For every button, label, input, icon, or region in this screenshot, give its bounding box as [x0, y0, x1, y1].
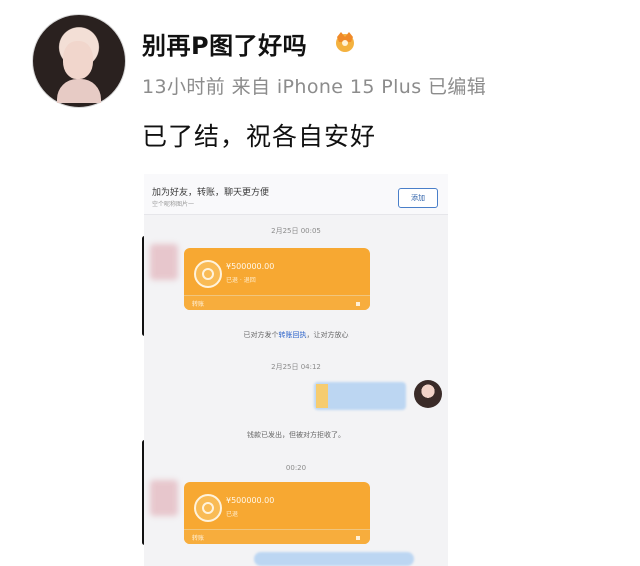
author-name[interactable]: 别再P图了好吗: [142, 26, 307, 61]
system-note: 已对方发个转账回执，让对方放心: [243, 331, 349, 339]
transfer-footer: 转账: [184, 529, 370, 544]
crown-icon: [336, 32, 354, 52]
outgoing-message-mark: [316, 384, 328, 408]
timestamp: 00:20: [285, 464, 307, 472]
avatar-face: [63, 41, 93, 79]
transfer-marker: [356, 302, 360, 306]
sender-avatar: [150, 244, 178, 280]
sender-avatar: [150, 480, 178, 516]
timestamp: 2月25日 00:05: [271, 227, 321, 235]
author-avatar[interactable]: [32, 14, 126, 108]
transfer-status: 已退: [226, 511, 239, 518]
coin-icon: [194, 494, 222, 522]
post-text: 已了结，祝各自安好: [142, 122, 377, 151]
transfer-card: ¥500000.00 已退 转账: [184, 482, 370, 544]
transfer-status: 已退 · 退回: [226, 277, 256, 284]
transfer-card: ¥500000.00 已退 · 退回 转账: [184, 248, 370, 310]
receipt-link: 转账回执: [278, 331, 307, 339]
add-friend-button: 添加: [398, 188, 438, 208]
coin-icon: [194, 260, 222, 288]
chat-header: 加为好友，转账，聊天更方便 空个昵称图片一 添加: [144, 174, 448, 215]
transfer-label: 转账: [192, 301, 205, 308]
transfer-amount: ¥500000.00: [226, 262, 275, 271]
transfer-label: 转账: [192, 535, 205, 542]
chat-screenshot-image[interactable]: 加为好友，转账，聊天更方便 空个昵称图片一 添加 2月25日 00:05 ¥50…: [144, 174, 448, 566]
system-note: 钱款已发出，但被对方拒收了。: [247, 431, 345, 439]
avatar-body: [57, 79, 101, 103]
transfer-footer: 转账: [184, 295, 370, 310]
chat-header-title: 加为好友，转账，聊天更方便: [152, 188, 270, 198]
transfer-marker: [356, 536, 360, 540]
timestamp: 2月25日 04:12: [271, 363, 321, 371]
self-avatar: [414, 380, 442, 408]
transfer-amount: ¥500000.00: [226, 496, 275, 505]
post-meta: 13小时前 来自 iPhone 15 Plus 已编辑: [142, 76, 487, 98]
chat-header-subtitle: 空个昵称图片一: [152, 201, 195, 208]
